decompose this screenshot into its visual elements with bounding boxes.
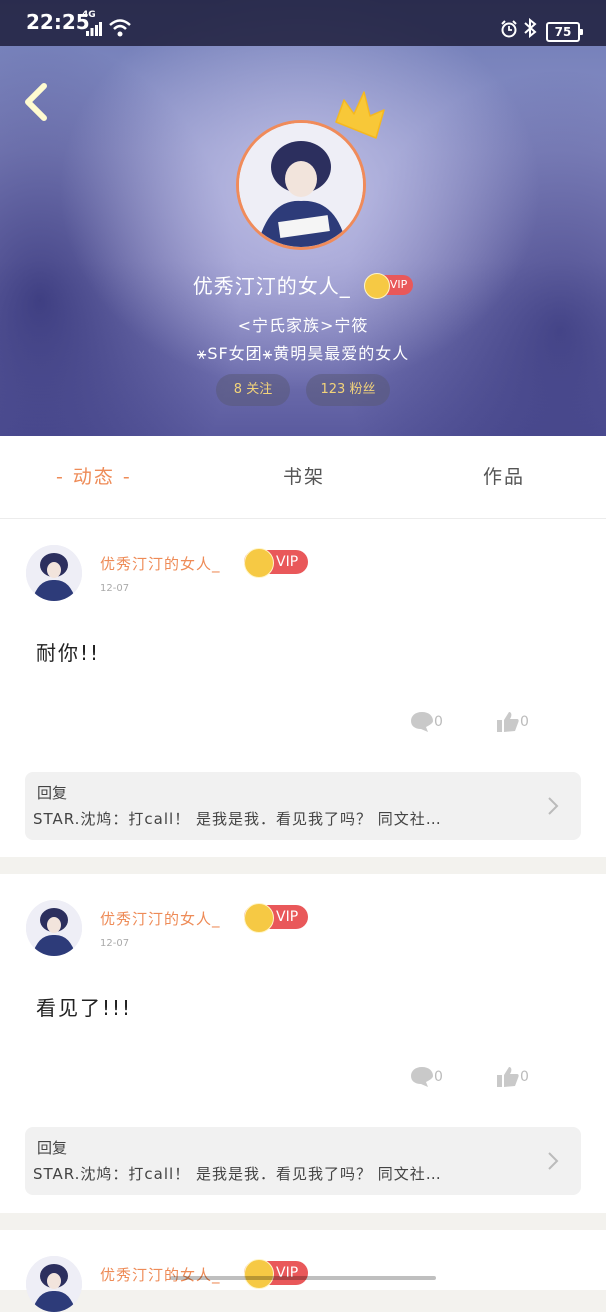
vip-label: VIP — [389, 277, 408, 291]
signal-icon — [86, 22, 102, 36]
profile-name-row: 优秀汀汀的女人_ VIP — [0, 270, 606, 299]
profile-header: 22:25 4G 75 优秀汀汀的女人_ VIP <宁氏家族>宁筱 ⚹SF女团⚹… — [0, 0, 606, 436]
profile-tabs: - 动态 - 书架 作品 — [0, 436, 606, 519]
vip-label: VIP — [276, 554, 299, 570]
vip-crown-icon — [244, 1259, 274, 1289]
vip-label: VIP — [276, 909, 299, 925]
vip-crown-icon — [244, 903, 274, 933]
avatar[interactable] — [26, 545, 82, 601]
post-date: 12-07 — [100, 583, 130, 594]
crown-icon — [335, 91, 385, 139]
like-count: 0 — [520, 1069, 529, 1085]
comment-icon — [411, 712, 433, 732]
follow-count-button[interactable]: 8 关注 — [216, 374, 290, 406]
profile-bio-line2: ⚹SF女团⚹黄明昊最爱的女人 — [196, 344, 410, 363]
avatar[interactable] — [26, 900, 82, 956]
tab-works[interactable]: 作品 — [483, 462, 525, 489]
thumbs-up-icon — [497, 1067, 519, 1087]
profile-name: 优秀汀汀的女人_ — [192, 274, 351, 298]
wifi-icon — [109, 19, 131, 37]
chevron-right-icon — [548, 797, 559, 815]
comment-icon — [411, 1067, 433, 1087]
post-author[interactable]: 优秀汀汀的女人_ — [100, 908, 221, 929]
bluetooth-icon — [524, 18, 537, 38]
post-card[interactable]: 优秀汀汀的女人_ VIP 12-07 耐你!! 0 0 回复 STAR.沈鸠：打… — [0, 519, 606, 857]
chevron-left-icon — [25, 83, 47, 121]
vip-crown-icon — [363, 272, 390, 299]
reply-label: 回复 — [37, 784, 68, 802]
reply-preview[interactable]: 回复 STAR.沈鸠：打call！ 是我是我．看见我了吗？ 同文社… — [25, 1127, 581, 1195]
profile-avatar[interactable] — [236, 91, 385, 256]
like-button[interactable]: 0 — [496, 1066, 529, 1088]
battery-indicator: 75 — [546, 22, 583, 42]
vip-badge: VIP — [244, 1259, 309, 1289]
gesture-nav-bar[interactable] — [170, 1276, 436, 1280]
post-author[interactable]: 优秀汀汀的女人_ — [100, 1264, 221, 1285]
like-count: 0 — [520, 714, 529, 730]
status-time: 22:25 — [26, 10, 90, 34]
avatar-image — [26, 900, 82, 956]
vip-badge: VIP — [244, 548, 309, 578]
comment-count: 0 — [434, 1069, 443, 1085]
fans-count-button[interactable]: 123 粉丝 — [306, 374, 390, 406]
back-button[interactable] — [16, 80, 56, 124]
tab-activity[interactable]: - 动态 - — [56, 462, 132, 489]
comment-button[interactable]: 0 — [410, 711, 443, 733]
network-type: 4G — [82, 10, 96, 20]
like-button[interactable]: 0 — [496, 711, 529, 733]
tab-bookshelf[interactable]: 书架 — [283, 462, 325, 489]
alarm-icon — [501, 20, 517, 38]
reply-label: 回复 — [37, 1139, 68, 1157]
vip-badge: VIP — [363, 272, 414, 299]
thumbs-up-icon — [497, 712, 519, 732]
post-content: 看见了!!! — [36, 996, 133, 1020]
reply-text: STAR.沈鸠：打call！ 是我是我．看见我了吗？ 同文社… — [33, 1165, 442, 1183]
vip-badge: VIP — [244, 903, 309, 933]
post-card[interactable]: 优秀汀汀的女人_ VIP — [0, 1230, 606, 1312]
post-content: 耐你!! — [36, 641, 101, 665]
post-card[interactable]: 优秀汀汀的女人_ VIP 12-07 看见了!!! 0 0 回复 STAR.沈鸠… — [0, 874, 606, 1213]
vip-crown-icon — [244, 548, 274, 578]
status-bar: 22:25 4G 75 — [0, 0, 606, 46]
avatar-image — [26, 545, 82, 601]
post-author[interactable]: 优秀汀汀的女人_ — [100, 553, 221, 574]
comment-count: 0 — [434, 714, 443, 730]
reply-preview[interactable]: 回复 STAR.沈鸠：打call！ 是我是我．看见我了吗？ 同文社… — [25, 772, 581, 840]
comment-button[interactable]: 0 — [410, 1066, 443, 1088]
profile-bio-line1: <宁氏家族>宁筱 — [237, 316, 369, 335]
post-date: 12-07 — [100, 938, 130, 949]
avatar-image — [26, 1256, 82, 1312]
reply-text: STAR.沈鸠：打call！ 是我是我．看见我了吗？ 同文社… — [33, 810, 442, 828]
avatar[interactable] — [26, 1256, 82, 1312]
chevron-right-icon — [548, 1152, 559, 1170]
